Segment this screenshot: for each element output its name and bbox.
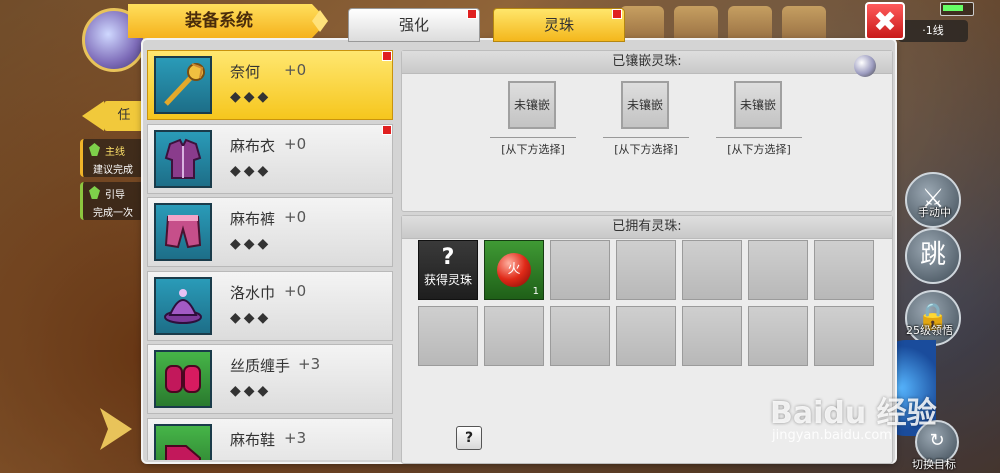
orb-grid-cell[interactable] xyxy=(748,240,808,300)
robe-icon xyxy=(154,129,212,188)
equipment-item-headwear[interactable]: 洛水巾 +0 ◆◆◆ xyxy=(147,270,393,341)
tab-spirit-orb[interactable]: 灵珠 xyxy=(493,8,625,42)
orb-grid-cell[interactable] xyxy=(814,306,874,366)
orb-grid-cell[interactable] xyxy=(682,240,742,300)
equipment-list[interactable]: 奈何 +0 ◆◆◆ 麻布衣 +0 ◆◆◆ 麻布裤 +0 ◆◆◆ 洛水巾 +0 ◆… xyxy=(147,50,393,460)
menu-icon-3[interactable] xyxy=(728,6,772,44)
pants-icon xyxy=(154,203,212,261)
slot-hint: [从下方选择] xyxy=(501,143,565,156)
equipment-level: +0 xyxy=(284,208,307,226)
gem-icon xyxy=(89,186,100,199)
locked-skill-label: 25级领悟 xyxy=(906,324,953,337)
inlaid-orbs-section: 已镶嵌灵珠: 未镶嵌 [从下方选择] 未镶嵌 [从下方选择] 未镶嵌 [从下方选… xyxy=(401,50,893,212)
equipment-stars: ◆◆◆ xyxy=(230,309,272,326)
orb-grid-cell[interactable] xyxy=(550,240,610,300)
watermark-logo: Baidu 经验 xyxy=(770,396,937,431)
get-orb-label: 获得灵珠 xyxy=(423,273,472,287)
owned-orbs-header: 已拥有灵珠: xyxy=(402,216,892,239)
top-menu-icons xyxy=(620,6,826,44)
gloves-icon xyxy=(154,350,212,408)
orb-grid-cell[interactable] xyxy=(616,306,676,366)
close-button[interactable]: ✖ xyxy=(865,2,905,40)
hat-icon xyxy=(154,276,212,335)
manual-mode-label: 手动中 xyxy=(918,206,951,219)
slot-divider xyxy=(490,137,576,138)
switch-target-label: 切换目标 xyxy=(912,458,956,471)
help-button[interactable]: ? xyxy=(456,426,482,450)
notification-dot xyxy=(382,51,392,61)
equipment-item-weapon[interactable]: 奈何 +0 ◆◆◆ xyxy=(147,50,393,120)
quest-tag: 主线 xyxy=(105,147,125,158)
panel-title: 装备系统 xyxy=(128,4,328,38)
slot-divider xyxy=(716,137,802,138)
quest-desc: 完成一次 xyxy=(93,208,133,219)
notification-dot xyxy=(382,124,392,135)
inlaid-orbs-header: 已镶嵌灵珠: xyxy=(402,51,892,74)
equipment-name: 麻布鞋 xyxy=(230,430,276,449)
notification-dot xyxy=(612,9,622,19)
orb-grid-cell[interactable] xyxy=(484,306,544,366)
fire-orb-item[interactable]: 火 1 xyxy=(484,240,544,300)
equipment-name: 丝质缠手 xyxy=(230,357,291,375)
gem-icon xyxy=(89,143,100,156)
equipment-stars: ◆◆◆ xyxy=(230,236,272,252)
equipment-level: +3 xyxy=(298,355,321,373)
tab-enhance[interactable]: 强化 xyxy=(348,8,480,42)
slot-hint: [从下方选择] xyxy=(614,143,678,156)
equipment-item-gloves[interactable]: 丝质缠手 +3 ◆◆◆ xyxy=(147,344,393,414)
orb-slot-2[interactable]: 未镶嵌 xyxy=(621,81,669,129)
equipment-name: 麻布衣 xyxy=(230,136,276,155)
pearl-icon[interactable] xyxy=(854,55,876,77)
orb-grid-cell[interactable] xyxy=(418,306,478,366)
equipment-level: +3 xyxy=(284,428,307,447)
orb-grid-cell[interactable] xyxy=(682,306,742,366)
menu-icon-2[interactable] xyxy=(674,6,718,44)
menu-icon-1[interactable] xyxy=(620,6,664,44)
equipment-name: 奈何 xyxy=(230,63,261,81)
tab-spirit-orb-label: 灵珠 xyxy=(543,16,574,34)
equipment-level: +0 xyxy=(284,281,307,300)
orb-grid-cell[interactable] xyxy=(748,306,808,366)
staff-icon xyxy=(154,56,212,114)
quest-guide[interactable]: 引导 完成一次 xyxy=(80,182,147,220)
equipment-item-shoes[interactable]: 麻布鞋 +3 xyxy=(147,417,393,460)
get-orb-button[interactable]: ? 获得灵珠 xyxy=(418,240,478,300)
fire-orb-icon: 火 xyxy=(497,253,531,287)
orb-slot-1[interactable]: 未镶嵌 xyxy=(508,81,556,129)
task-tab[interactable]: 任 xyxy=(104,101,144,131)
equipment-stars: ◆◆◆ xyxy=(230,383,272,399)
equipment-item-pants[interactable]: 麻布裤 +0 ◆◆◆ xyxy=(147,197,393,267)
equipment-name: 洛水巾 xyxy=(230,283,276,302)
quest-desc: 建议完成 xyxy=(93,165,133,176)
slot-hint: [从下方选择] xyxy=(727,143,791,156)
equipment-stars: ◆◆◆ xyxy=(230,89,272,105)
equipment-item-armor[interactable]: 麻布衣 +0 ◆◆◆ xyxy=(147,123,393,194)
equipment-stars: ◆◆◆ xyxy=(230,162,272,179)
orb-grid-cell[interactable] xyxy=(616,240,676,300)
notification-dot xyxy=(467,9,477,19)
slot-divider xyxy=(603,137,689,138)
jump-button[interactable]: 跳 xyxy=(905,228,961,284)
watermark-url: jingyan.baidu.com xyxy=(772,428,892,443)
tab-enhance-label: 强化 xyxy=(398,16,429,34)
equipment-level: +0 xyxy=(284,61,307,79)
quest-tag: 引导 xyxy=(105,190,125,201)
question-icon: ? xyxy=(441,245,455,270)
quest-main[interactable]: 主线 建议完成 xyxy=(80,139,147,177)
orb-count: 1 xyxy=(532,286,539,297)
orb-slot-3[interactable]: 未镶嵌 xyxy=(734,81,782,129)
battery-icon xyxy=(940,2,974,16)
equipment-name: 麻布裤 xyxy=(230,210,276,228)
equipment-level: +0 xyxy=(284,134,307,153)
orb-grid-cell[interactable] xyxy=(814,240,874,300)
server-badge: ·1线 xyxy=(898,20,968,42)
shoes-icon xyxy=(154,423,212,460)
menu-icon-4[interactable] xyxy=(782,6,826,44)
orb-grid-cell[interactable] xyxy=(550,306,610,366)
